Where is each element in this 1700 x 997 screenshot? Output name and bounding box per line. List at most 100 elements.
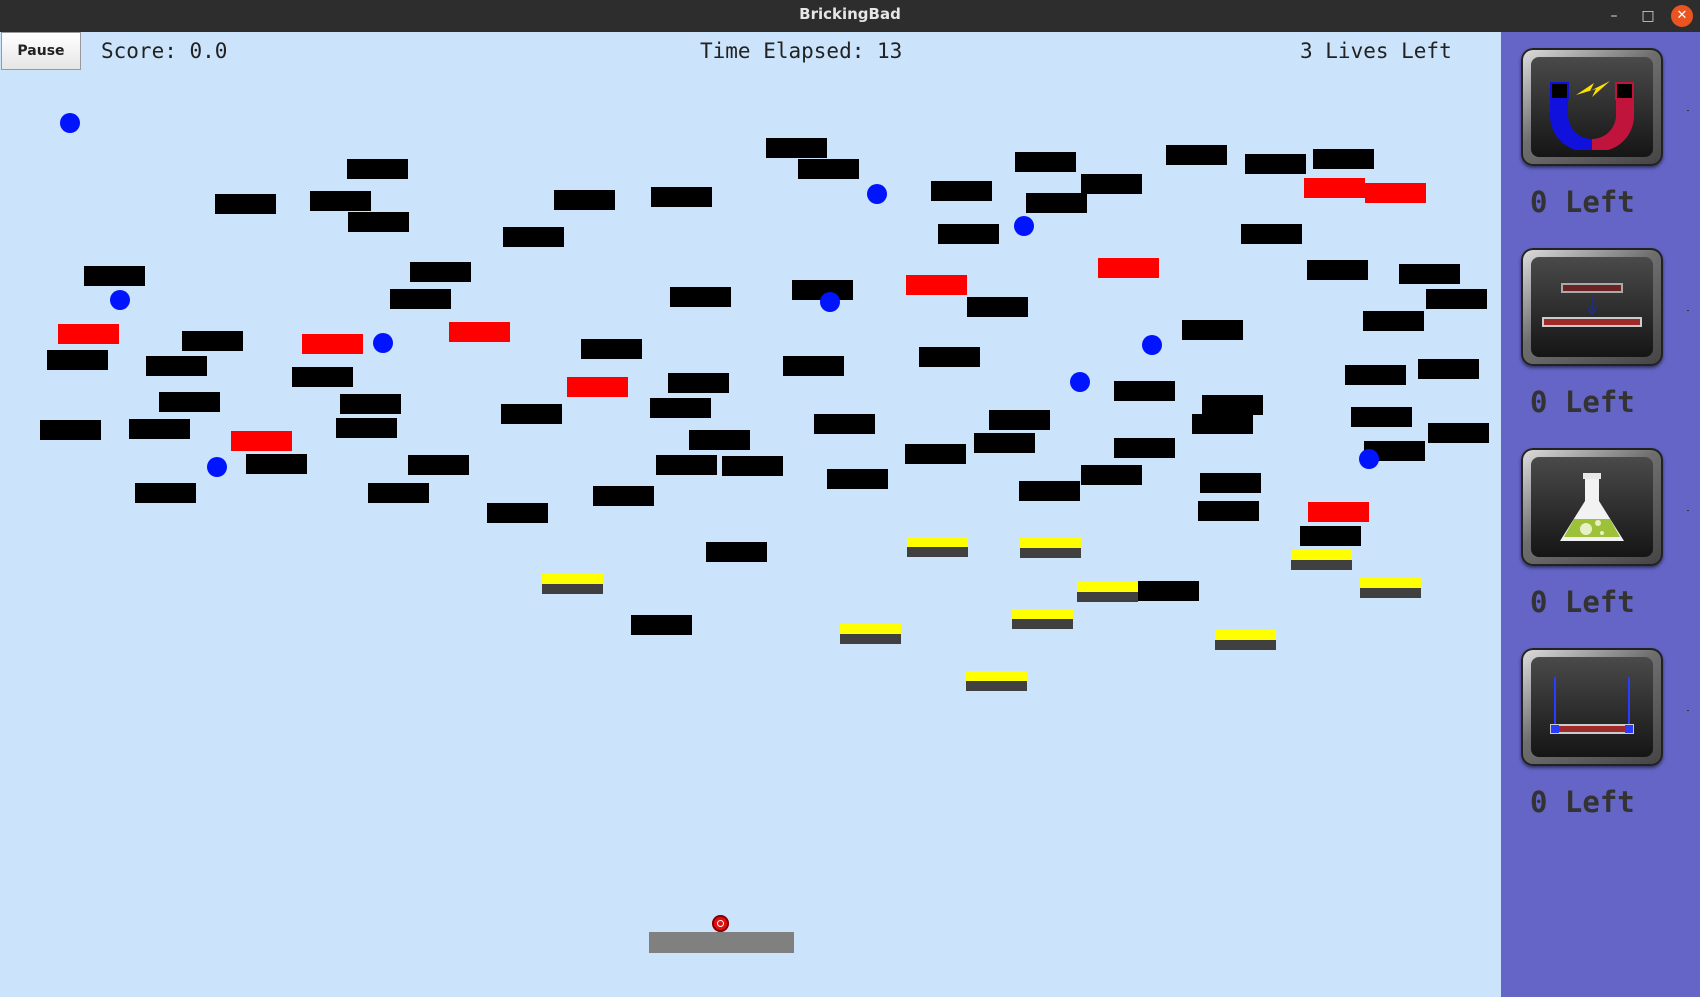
minimize-icon[interactable]: – [1603, 5, 1625, 27]
simple-brick [967, 297, 1028, 317]
gift-orb [373, 333, 393, 353]
simple-brick [246, 454, 307, 474]
explosive-brick [1365, 183, 1426, 203]
laser-paddle-icon [1550, 677, 1634, 734]
laser-paddle-count: 0 Left [1530, 785, 1635, 819]
paddle-expand-count: 0 Left [1530, 385, 1635, 419]
simple-brick [292, 367, 353, 387]
gift-orb [207, 457, 227, 477]
simple-brick [410, 262, 471, 282]
game-board[interactable]: Pause Score: 0.0 Time Elapsed: 13 3 Live… [0, 32, 1501, 997]
simple-brick [766, 138, 827, 158]
simple-brick [408, 455, 469, 475]
simple-brick [503, 227, 564, 247]
gift-orb [1070, 372, 1090, 392]
simple-brick [1114, 381, 1175, 401]
simple-brick [989, 410, 1050, 430]
simple-brick [919, 347, 980, 367]
ball [712, 915, 729, 932]
simple-brick [1426, 289, 1487, 309]
simple-brick [84, 266, 145, 286]
magnet-ability-button[interactable] [1521, 48, 1663, 166]
explosive-brick [567, 377, 628, 397]
half-metal-brick [907, 537, 968, 557]
explosive-brick [1304, 178, 1365, 198]
simple-brick [390, 289, 451, 309]
simple-brick [905, 444, 966, 464]
simple-brick [798, 159, 859, 179]
sidebar-tick [1687, 710, 1689, 711]
paddle-expand-ability-button[interactable] [1521, 248, 1663, 366]
simple-brick [593, 486, 654, 506]
simple-brick [689, 430, 750, 450]
simple-brick [706, 542, 767, 562]
half-metal-brick [542, 574, 603, 594]
explosive-brick [231, 431, 292, 451]
simple-brick [722, 456, 783, 476]
simple-brick [368, 483, 429, 503]
simple-brick [783, 356, 844, 376]
window-title: BrickingBad [799, 5, 901, 23]
simple-brick [1081, 174, 1142, 194]
simple-brick [347, 159, 408, 179]
simple-brick [1015, 152, 1076, 172]
gift-orb [1014, 216, 1034, 236]
simple-brick [1418, 359, 1479, 379]
simple-brick [1138, 581, 1199, 601]
simple-brick [1245, 154, 1306, 174]
gift-orb [867, 184, 887, 204]
simple-brick [814, 414, 875, 434]
chemical-flask-icon [1560, 473, 1624, 541]
simple-brick [631, 615, 692, 635]
simple-brick [215, 194, 276, 214]
half-metal-brick [966, 671, 1027, 691]
gift-orb [820, 292, 840, 312]
explosive-brick [58, 324, 119, 344]
simple-brick [938, 224, 999, 244]
simple-brick [1345, 365, 1406, 385]
simple-brick [668, 373, 729, 393]
simple-brick [159, 392, 220, 412]
explosive-brick [302, 334, 363, 354]
paddle[interactable] [649, 932, 794, 953]
title-bar: BrickingBad – □ ✕ [0, 0, 1700, 32]
gift-orb [1142, 335, 1162, 355]
simple-brick [656, 455, 717, 475]
simple-brick [310, 191, 371, 211]
score-label: Score: 0.0 [101, 39, 228, 63]
simple-brick [1363, 311, 1424, 331]
simple-brick [1114, 438, 1175, 458]
chemical-ball-ability-button[interactable] [1521, 448, 1663, 566]
simple-brick [1241, 224, 1302, 244]
simple-brick [1081, 465, 1142, 485]
paddle-expand-icon [1542, 283, 1642, 327]
maximize-icon[interactable]: □ [1637, 5, 1659, 27]
simple-brick [1202, 395, 1263, 415]
close-icon[interactable]: ✕ [1671, 5, 1693, 27]
simple-brick [581, 339, 642, 359]
explosive-brick [449, 322, 510, 342]
half-metal-brick [1020, 538, 1081, 558]
half-metal-brick [1215, 630, 1276, 650]
magnet-count: 0 Left [1530, 185, 1635, 219]
simple-brick [974, 433, 1035, 453]
simple-brick [554, 190, 615, 210]
simple-brick [1182, 320, 1243, 340]
simple-brick [1026, 193, 1087, 213]
explosive-brick [1098, 258, 1159, 278]
ability-sidebar: 0 Left 0 Left 0 Left 0 Left [1501, 32, 1700, 997]
simple-brick [1300, 526, 1361, 546]
simple-brick [1019, 481, 1080, 501]
simple-brick [348, 212, 409, 232]
simple-brick [182, 331, 243, 351]
gift-orb [60, 113, 80, 133]
pause-button[interactable]: Pause [1, 32, 81, 70]
chemical-ball-count: 0 Left [1530, 585, 1635, 619]
simple-brick [1198, 501, 1259, 521]
simple-brick [129, 419, 190, 439]
simple-brick [1399, 264, 1460, 284]
simple-brick [146, 356, 207, 376]
simple-brick [1200, 473, 1261, 493]
simple-brick [1351, 407, 1412, 427]
laser-paddle-ability-button[interactable] [1521, 648, 1663, 766]
